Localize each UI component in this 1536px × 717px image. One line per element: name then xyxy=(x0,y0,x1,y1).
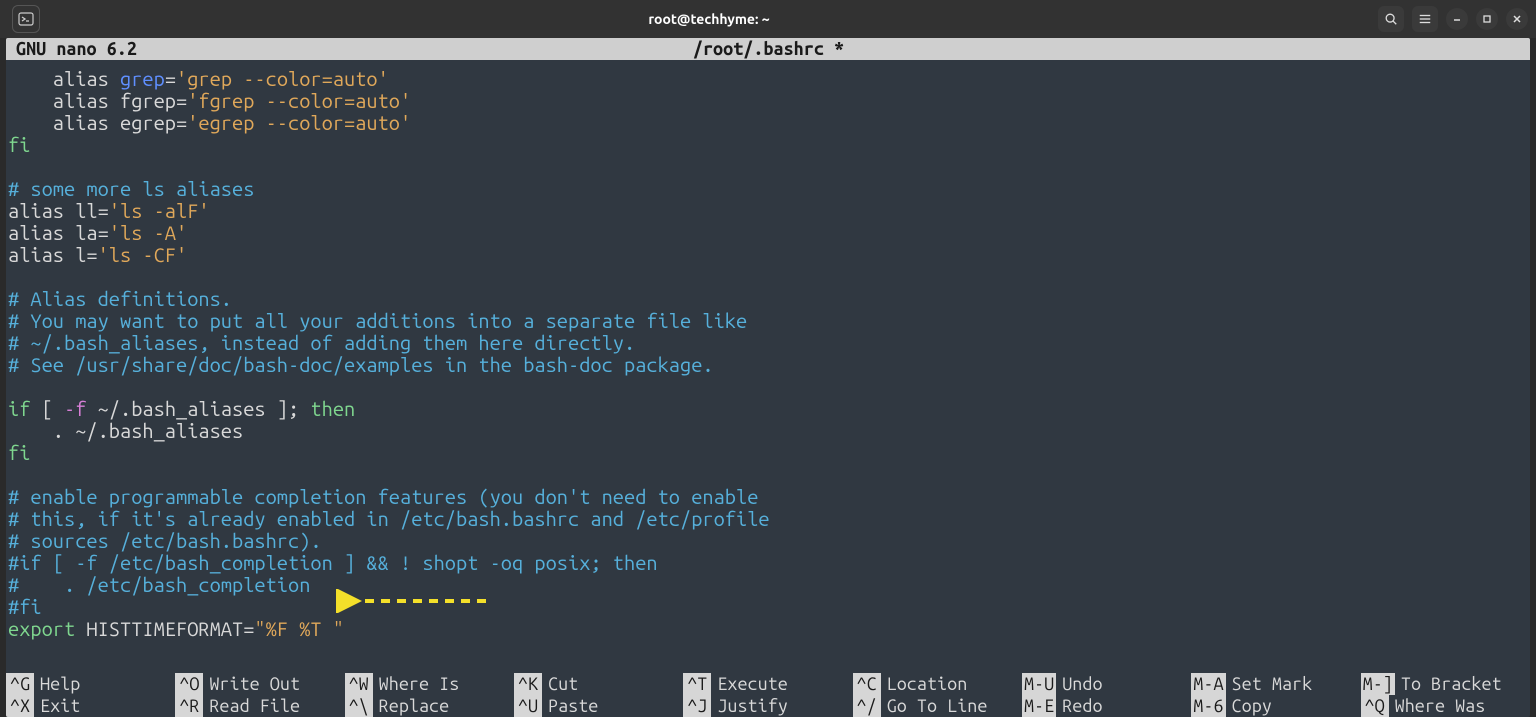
search-icon[interactable] xyxy=(1378,6,1404,32)
shortcut-label: Read File xyxy=(203,695,300,717)
shortcut-item[interactable]: M-ASet Mark xyxy=(1191,673,1360,695)
code-line: # sources /etc/bash.bashrc). xyxy=(8,529,322,552)
maximize-icon[interactable] xyxy=(1476,8,1498,30)
annotation-arrow-icon xyxy=(336,589,496,613)
code-line: # enable programmable completion feature… xyxy=(8,485,758,508)
shortcut-label: Write Out xyxy=(203,673,300,695)
shortcut-key: M-U xyxy=(1022,673,1056,695)
shortcut-key: M-E xyxy=(1022,695,1056,717)
shortcut-item[interactable]: ^RRead File xyxy=(175,695,344,717)
nano-editor: GNU nano 6.2 /root/.bashrc * alias grep=… xyxy=(6,38,1530,717)
shortcut-label: Redo xyxy=(1056,695,1102,717)
shortcut-key: ^\ xyxy=(345,695,373,717)
shortcut-item[interactable]: ^/Go To Line xyxy=(853,695,1022,717)
shortcut-item[interactable]: ^\Replace xyxy=(345,695,514,717)
shortcut-item[interactable]: M-ERedo xyxy=(1022,695,1191,717)
hamburger-icon[interactable] xyxy=(1412,6,1438,32)
shortcut-item[interactable]: ^JJustify xyxy=(683,695,852,717)
code-line: alias egrep='egrep --color=auto' xyxy=(8,111,411,134)
nano-header-bar: GNU nano 6.2 /root/.bashrc * xyxy=(6,38,1530,60)
shortcut-item[interactable]: M-UUndo xyxy=(1022,673,1191,695)
shortcut-label: Justify xyxy=(711,695,788,717)
shortcut-label: Copy xyxy=(1226,695,1272,717)
shortcut-item[interactable]: ^XExit xyxy=(6,695,175,717)
close-icon[interactable] xyxy=(1506,8,1528,30)
shortcut-label: Cut xyxy=(542,673,578,695)
shortcut-key: ^C xyxy=(853,673,881,695)
shortcut-key: M-A xyxy=(1191,673,1225,695)
code-line: alias fgrep='fgrep --color=auto' xyxy=(8,89,411,112)
shortcut-label: Exit xyxy=(34,695,80,717)
code-line: # this, if it's already enabled in /etc/… xyxy=(8,507,770,530)
shortcut-key: ^W xyxy=(345,673,373,695)
minimize-icon[interactable] xyxy=(1446,8,1468,30)
shortcut-key: ^O xyxy=(175,673,203,695)
window-titlebar: root@techhyme: ~ xyxy=(0,0,1536,38)
code-line: fi xyxy=(8,133,30,156)
shortcut-label: Where Is xyxy=(373,673,460,695)
shortcut-label: Go To Line xyxy=(881,695,988,717)
nano-version: GNU nano 6.2 xyxy=(16,39,137,59)
code-line: # ~/.bash_aliases, instead of adding the… xyxy=(8,331,635,354)
shortcut-item[interactable]: M-]To Bracket xyxy=(1361,673,1530,695)
shortcut-label: Where Was xyxy=(1389,695,1486,717)
nano-filename: /root/.bashrc * xyxy=(137,39,1400,59)
shortcut-key: M-] xyxy=(1361,673,1395,695)
terminal-icon[interactable] xyxy=(12,5,40,33)
code-line: alias la='ls -A' xyxy=(8,221,187,244)
shortcut-item[interactable]: M-6Copy xyxy=(1191,695,1360,717)
shortcut-key: ^R xyxy=(175,695,203,717)
shortcut-key: ^K xyxy=(514,673,542,695)
shortcut-label: Undo xyxy=(1056,673,1102,695)
shortcut-key: M-6 xyxy=(1191,695,1225,717)
shortcut-item[interactable]: ^WWhere Is xyxy=(345,673,514,695)
shortcut-key: ^X xyxy=(6,695,34,717)
code-line: fi xyxy=(8,441,30,464)
shortcut-key: ^T xyxy=(683,673,711,695)
shortcut-label: Paste xyxy=(542,695,598,717)
code-line: # See /usr/share/doc/bash-doc/examples i… xyxy=(8,353,714,376)
code-line: # some more ls aliases xyxy=(8,177,254,200)
shortcut-item[interactable]: ^KCut xyxy=(514,673,683,695)
shortcut-label: Set Mark xyxy=(1226,673,1313,695)
code-line: export HISTTIMEFORMAT="%F %T " xyxy=(8,617,344,640)
code-line: . ~/.bash_aliases xyxy=(8,419,243,442)
shortcut-label: Execute xyxy=(711,673,788,695)
shortcut-item[interactable]: ^TExecute xyxy=(683,673,852,695)
code-line: #if [ -f /etc/bash_completion ] && ! sho… xyxy=(8,551,658,574)
shortcut-item[interactable]: ^UPaste xyxy=(514,695,683,717)
shortcut-key: ^G xyxy=(6,673,34,695)
window-title: root@techhyme: ~ xyxy=(40,11,1378,27)
code-line: alias grep='grep --color=auto' xyxy=(8,67,389,90)
code-line: # . /etc/bash_completion xyxy=(8,573,310,596)
code-line: # Alias definitions. xyxy=(8,287,232,310)
shortcut-label: Replace xyxy=(373,695,450,717)
shortcut-item[interactable]: ^OWrite Out xyxy=(175,673,344,695)
shortcut-item[interactable]: ^GHelp xyxy=(6,673,175,695)
code-line: alias l='ls -CF' xyxy=(8,243,187,266)
shortcut-label: Help xyxy=(34,673,80,695)
code-line: #fi xyxy=(8,595,42,618)
shortcut-label: Location xyxy=(881,673,968,695)
code-line: # You may want to put all your additions… xyxy=(8,309,747,332)
editor-content[interactable]: alias grep='grep --color=auto' alias fgr… xyxy=(6,60,1530,673)
shortcut-key: ^U xyxy=(514,695,542,717)
shortcut-key: ^J xyxy=(683,695,711,717)
nano-shortcut-bar: ^GHelp^OWrite Out^WWhere Is^KCut^TExecut… xyxy=(6,673,1530,717)
shortcut-item[interactable]: ^QWhere Was xyxy=(1361,695,1530,717)
code-line: alias ll='ls -alF' xyxy=(8,199,210,222)
shortcut-key: ^Q xyxy=(1361,695,1389,717)
shortcut-key: ^/ xyxy=(853,695,881,717)
shortcut-label: To Bracket xyxy=(1395,673,1502,695)
code-line: if [ -f ~/.bash_aliases ]; then xyxy=(8,397,355,420)
shortcut-item[interactable]: ^CLocation xyxy=(853,673,1022,695)
